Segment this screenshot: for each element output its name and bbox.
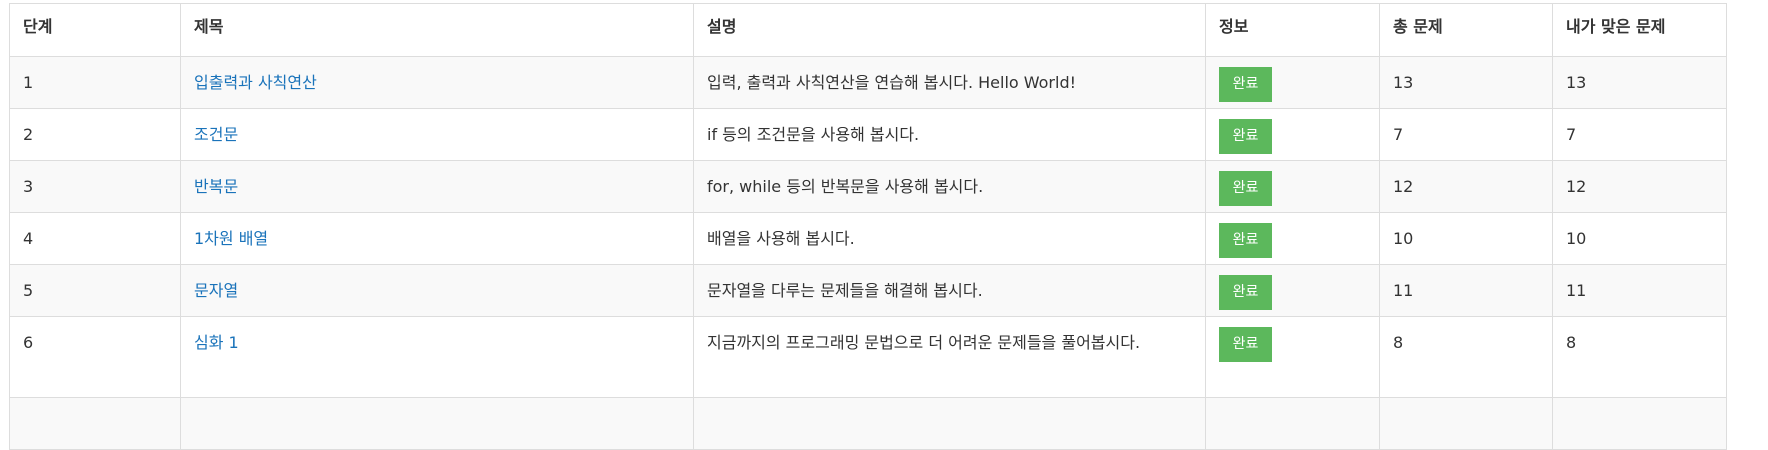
description-cell: 지금까지의 프로그래밍 문법으로 더 어려운 문제들을 풀어봅시다.: [693, 316, 1206, 398]
total-cell: 13: [1379, 56, 1553, 109]
header-total: 총 문제: [1379, 3, 1553, 57]
step-title-link[interactable]: 1차원 배열: [194, 229, 268, 248]
empty-cell: [1552, 397, 1727, 450]
solved-cell: 11: [1552, 264, 1727, 317]
description-cell: 문자열을 다루는 문제들을 해결해 봅시다.: [693, 264, 1206, 317]
table-row: 6 심화 1 지금까지의 프로그래밍 문법으로 더 어려운 문제들을 풀어봅시다. 완…: [9, 316, 1727, 398]
step-cell: 3: [9, 160, 181, 213]
step-cell: 2: [9, 108, 181, 161]
table-row: 1 입출력과 사칙연산 입력, 출력과 사칙연산을 연습해 봅시다. Hello W…: [9, 56, 1727, 109]
header-title: 제목: [180, 3, 694, 57]
description-cell: for, while 등의 반복문을 사용해 봅시다.: [693, 160, 1206, 213]
description-cell: if 등의 조건문을 사용해 봅시다.: [693, 108, 1206, 161]
info-cell: 완료: [1205, 264, 1380, 317]
title-cell: 조건문: [180, 108, 694, 161]
title-cell: 반복문: [180, 160, 694, 213]
description-cell: 입력, 출력과 사칙연산을 연습해 봅시다. Hello World!: [693, 56, 1206, 109]
solved-cell: 10: [1552, 212, 1727, 265]
table-row: 4 1차원 배열 배열을 사용해 봅시다. 완료 10 10: [9, 212, 1727, 265]
empty-cell: [693, 397, 1206, 450]
info-cell: 완료: [1205, 160, 1380, 213]
status-badge: 완료: [1219, 67, 1272, 102]
step-title-link[interactable]: 반복문: [194, 177, 238, 196]
empty-cell: [9, 397, 181, 450]
total-cell: 8: [1379, 316, 1553, 398]
status-badge: 완료: [1219, 275, 1272, 310]
table-row: 5 문자열 문자열을 다루는 문제들을 해결해 봅시다. 완료 11 11: [9, 264, 1727, 317]
total-cell: 10: [1379, 212, 1553, 265]
step-cell: 5: [9, 264, 181, 317]
step-cell: 4: [9, 212, 181, 265]
header-description: 설명: [693, 3, 1206, 57]
table-row: 2 조건문 if 등의 조건문을 사용해 봅시다. 완료 7 7: [9, 108, 1727, 161]
header-solved: 내가 맞은 문제: [1552, 3, 1727, 57]
title-cell: 심화 1: [180, 316, 694, 398]
solved-cell: 13: [1552, 56, 1727, 109]
step-title-link[interactable]: 심화 1: [194, 333, 239, 352]
total-cell: 12: [1379, 160, 1553, 213]
header-row: 단계 제목 설명 정보 총 문제 내가 맞은 문제: [9, 3, 1727, 57]
title-cell: 1차원 배열: [180, 212, 694, 265]
title-cell: 입출력과 사칙연산: [180, 56, 694, 109]
empty-cell: [1205, 397, 1380, 450]
step-cell: 1: [9, 56, 181, 109]
total-cell: 7: [1379, 108, 1553, 161]
empty-cell: [1379, 397, 1553, 450]
info-cell: 완료: [1205, 212, 1380, 265]
table-row-partial: [9, 397, 1727, 450]
header-step: 단계: [9, 3, 181, 57]
status-badge: 완료: [1219, 223, 1272, 258]
solved-cell: 7: [1552, 108, 1727, 161]
table-row: 3 반복문 for, while 등의 반복문을 사용해 봅시다. 완료 12 12: [9, 160, 1727, 213]
solved-cell: 12: [1552, 160, 1727, 213]
total-cell: 11: [1379, 264, 1553, 317]
empty-cell: [180, 397, 694, 450]
step-title-link[interactable]: 조건문: [194, 125, 238, 144]
header-info: 정보: [1205, 3, 1380, 57]
step-title-link[interactable]: 입출력과 사칙연산: [194, 73, 317, 92]
info-cell: 완료: [1205, 316, 1380, 398]
solved-cell: 8: [1552, 316, 1727, 398]
step-table: 단계 제목 설명 정보 총 문제 내가 맞은 문제 1 입출력과 사칙연산 입력, …: [9, 3, 1727, 450]
info-cell: 완료: [1205, 56, 1380, 109]
status-badge: 완료: [1219, 119, 1272, 154]
status-badge: 완료: [1219, 327, 1272, 362]
title-cell: 문자열: [180, 264, 694, 317]
description-cell: 배열을 사용해 봅시다.: [693, 212, 1206, 265]
step-title-link[interactable]: 문자열: [194, 281, 238, 300]
info-cell: 완료: [1205, 108, 1380, 161]
status-badge: 완료: [1219, 171, 1272, 206]
step-cell: 6: [9, 316, 181, 398]
